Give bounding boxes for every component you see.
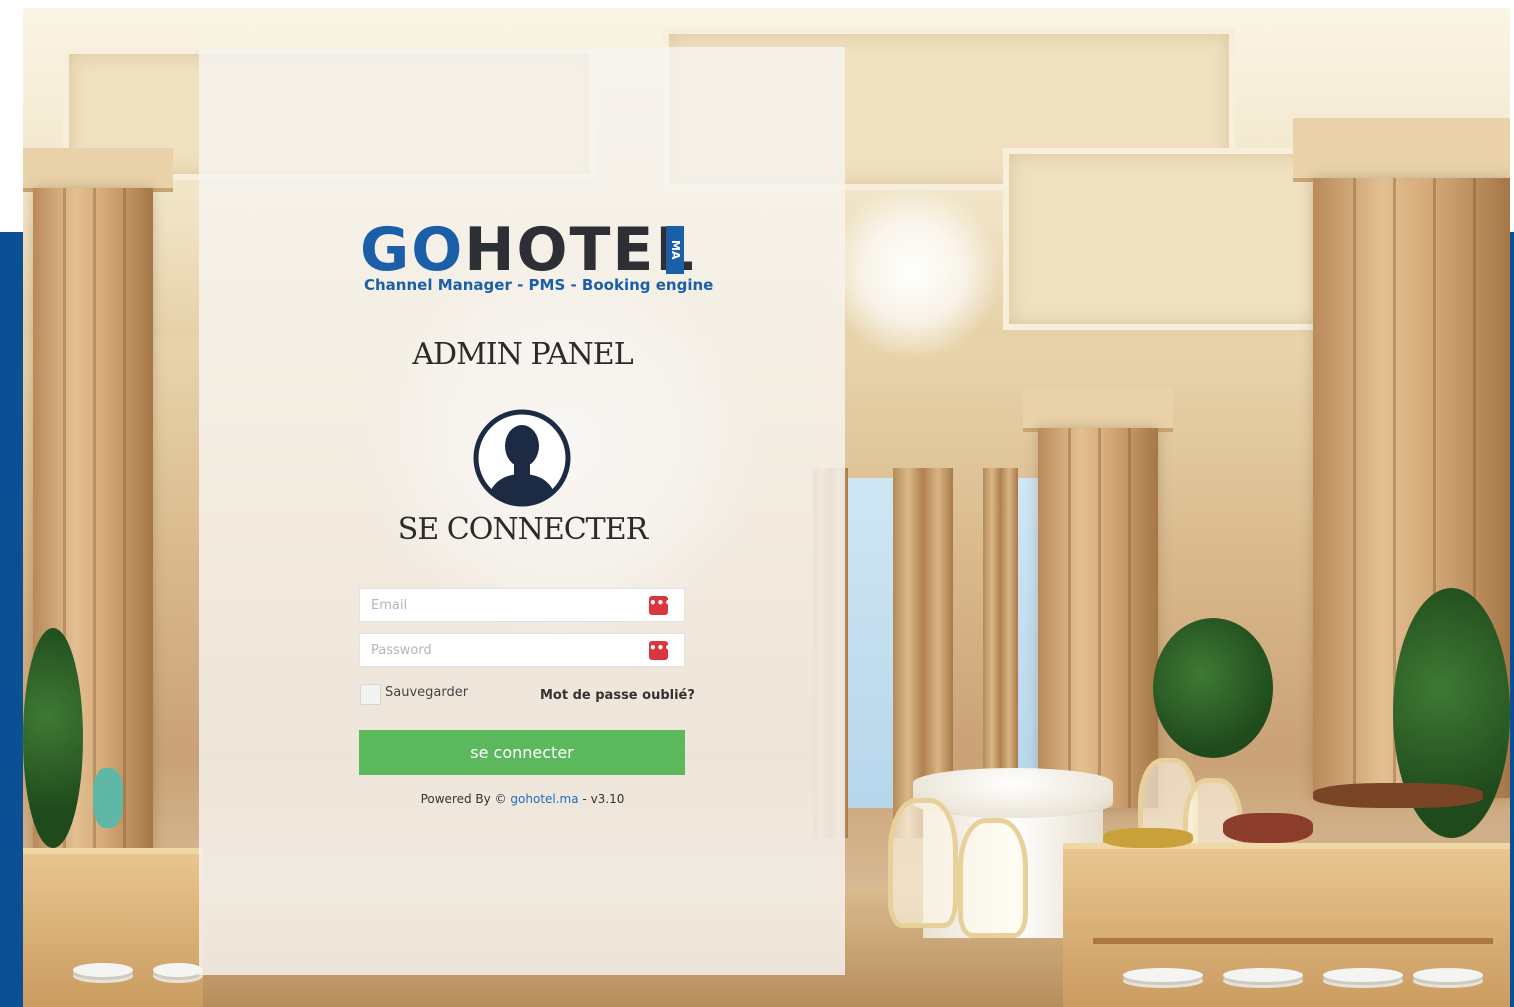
- food-tray: [1313, 783, 1483, 808]
- gohotel-link[interactable]: gohotel.ma: [510, 792, 578, 806]
- logo-ma-badge: MA: [666, 226, 684, 274]
- user-silhouette-icon: [473, 409, 571, 507]
- food-tray: [1223, 813, 1313, 843]
- chair: [958, 818, 1028, 938]
- chandelier: [823, 188, 1003, 358]
- logo-hotel: HOTEL: [464, 215, 696, 285]
- powered-prefix: Powered By ©: [420, 792, 507, 806]
- login-button[interactable]: se connecter: [359, 730, 685, 775]
- password-input[interactable]: [360, 634, 651, 666]
- remember-checkbox[interactable]: [360, 684, 381, 705]
- email-field[interactable]: •••: [359, 588, 685, 622]
- gohotel-logo: GOHOTEL MA Channel Manager - PMS - Booki…: [360, 220, 713, 300]
- left-accent-band: [0, 232, 23, 1007]
- password-field[interactable]: •••: [359, 633, 685, 667]
- admin-panel-title: ADMIN PANEL: [412, 337, 633, 372]
- plate-stack: [1323, 968, 1403, 982]
- food-tray: [1103, 828, 1193, 848]
- plate-stack: [1223, 968, 1303, 982]
- pillar-capital: [23, 148, 173, 192]
- plant: [1153, 618, 1273, 758]
- ellipsis-icon[interactable]: •••: [649, 641, 672, 660]
- shelf: [1093, 938, 1493, 944]
- pillar-capital: [1293, 118, 1510, 182]
- plate-stack: [1413, 968, 1483, 982]
- login-panel: [199, 47, 845, 975]
- buffet-counter: [23, 848, 203, 1007]
- forgot-password-link[interactable]: Mot de passe oublié?: [540, 688, 695, 703]
- pillar: [1038, 428, 1158, 808]
- right-accent-band: [1510, 232, 1514, 1007]
- plant: [23, 628, 83, 848]
- logo-wordmark: GOHOTEL: [360, 220, 696, 280]
- macaron-tower: [93, 768, 123, 828]
- buffet-counter: [1063, 843, 1510, 1007]
- plate-stack: [153, 963, 203, 977]
- plate-stack: [1123, 968, 1203, 982]
- logo-go: GO: [360, 215, 465, 285]
- chair: [888, 798, 958, 928]
- pillar-capital: [1023, 388, 1173, 432]
- login-heading: SE CONNECTER: [397, 512, 648, 547]
- email-input[interactable]: [360, 589, 651, 621]
- plate-stack: [73, 963, 133, 977]
- remember-label[interactable]: Sauvegarder: [385, 685, 468, 700]
- version-text: - v3.10: [582, 792, 625, 806]
- ellipsis-icon[interactable]: •••: [649, 596, 672, 615]
- logo-tagline: Channel Manager - PMS - Booking engine: [364, 276, 714, 294]
- powered-by: Powered By © gohotel.ma - v3.10: [360, 792, 685, 806]
